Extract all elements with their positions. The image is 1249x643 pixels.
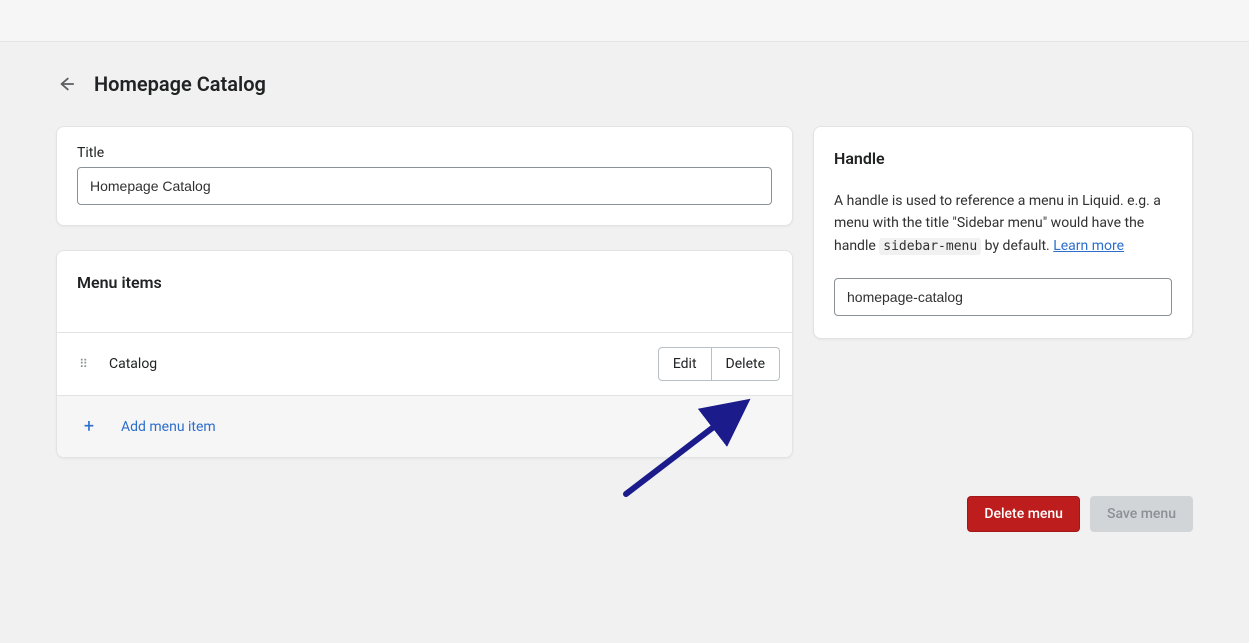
menu-item-row: ⠿ Catalog Edit Delete xyxy=(57,332,792,395)
top-bar xyxy=(0,0,1249,42)
back-arrow-icon[interactable] xyxy=(56,74,76,94)
add-menu-item-button[interactable]: + Add menu item xyxy=(57,395,792,457)
plus-icon: + xyxy=(81,416,97,437)
handle-description: A handle is used to reference a menu in … xyxy=(834,190,1172,258)
add-menu-item-label: Add menu item xyxy=(121,419,216,435)
handle-heading: Handle xyxy=(834,149,1172,168)
menu-item-label: Catalog xyxy=(109,356,640,372)
drag-handle-icon[interactable]: ⠿ xyxy=(75,357,91,371)
menu-items-card: Menu items ⠿ Catalog Edit Delete + Add m… xyxy=(56,250,793,458)
title-input[interactable] xyxy=(77,167,772,205)
edit-button[interactable]: Edit xyxy=(658,347,712,381)
handle-code-example: sidebar-menu xyxy=(879,238,981,255)
handle-input[interactable] xyxy=(834,278,1172,316)
learn-more-link[interactable]: Learn more xyxy=(1053,238,1124,254)
page-title: Homepage Catalog xyxy=(94,72,266,96)
save-menu-button[interactable]: Save menu xyxy=(1090,496,1193,532)
handle-desc-text-2: by default. xyxy=(981,238,1053,254)
page-header: Homepage Catalog xyxy=(56,72,1193,96)
delete-button[interactable]: Delete xyxy=(712,347,780,381)
title-label: Title xyxy=(77,145,772,161)
delete-menu-button[interactable]: Delete menu xyxy=(967,496,1080,532)
footer-actions: Delete menu Save menu xyxy=(56,496,1193,532)
title-card: Title xyxy=(56,126,793,226)
menu-items-heading: Menu items xyxy=(77,273,772,292)
handle-card: Handle A handle is used to reference a m… xyxy=(813,126,1193,339)
